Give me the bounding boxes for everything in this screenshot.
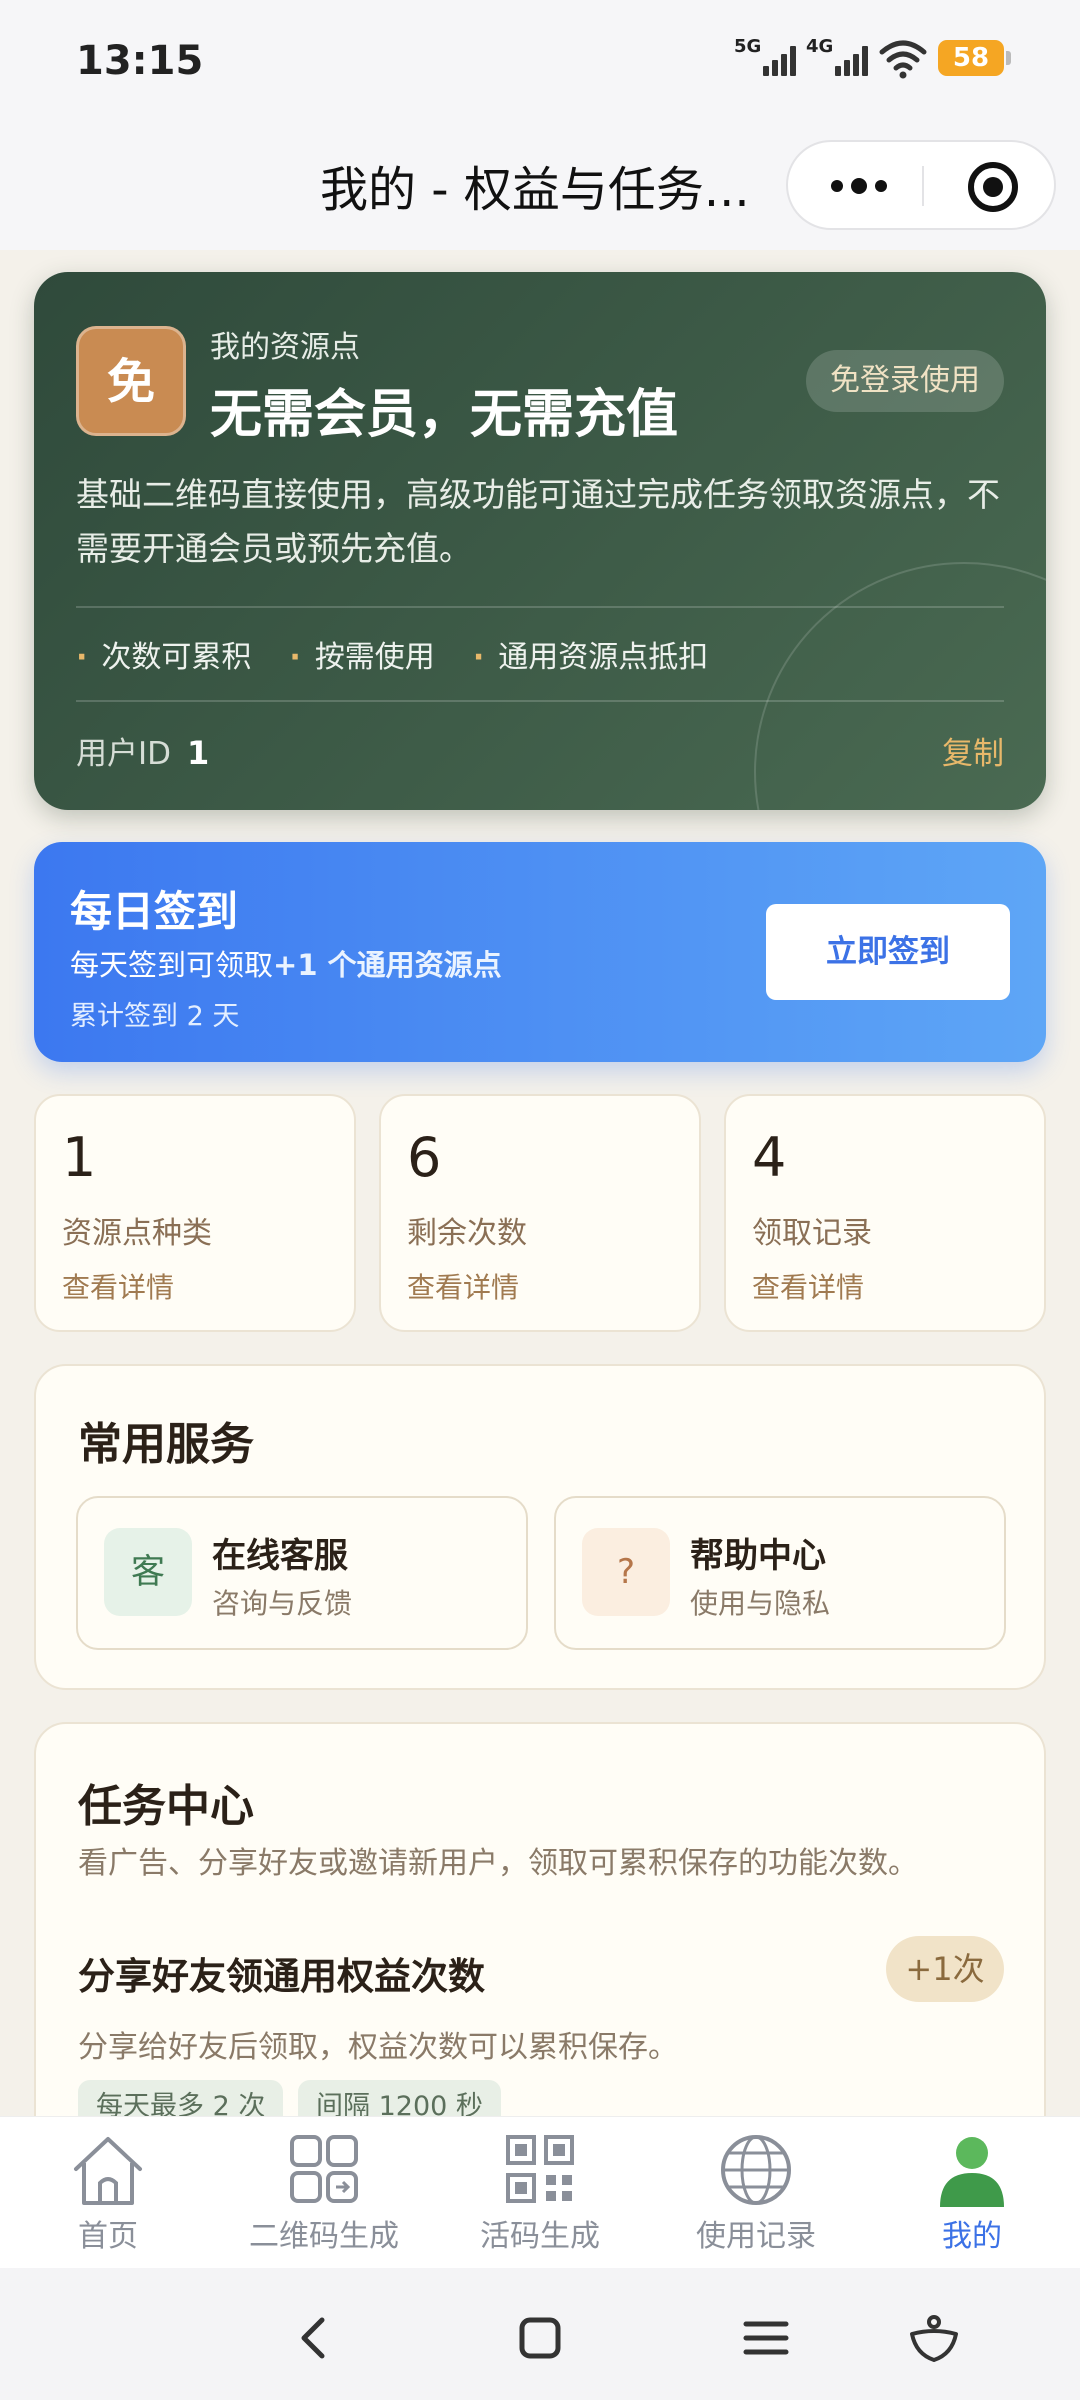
home-icon bbox=[68, 2131, 148, 2209]
battery-icon: 58 bbox=[938, 40, 1011, 76]
service-sub: 咨询与反馈 bbox=[212, 1587, 353, 1620]
common-services: 常用服务 客 在线客服 咨询与反馈 ? 帮助中心 使用与隐私 bbox=[34, 1364, 1046, 1690]
customer-service-icon: 客 bbox=[104, 1528, 192, 1616]
free-badge-icon: 免 bbox=[76, 326, 186, 436]
stat-number: 4 bbox=[752, 1126, 787, 1189]
tab-live-code[interactable]: 活码生成 bbox=[440, 2131, 640, 2255]
resource-description: 基础二维码直接使用，高级功能可通过完成任务领取资源点，不需要开通会员或预先充值。 bbox=[76, 475, 1000, 568]
signin-desc: 每天签到可领取+1 个通用资源点 bbox=[70, 948, 502, 982]
user-id-label: 用户ID bbox=[76, 736, 172, 772]
no-login-pill: 免登录使用 bbox=[806, 350, 1004, 412]
signin-button[interactable]: 立即签到 bbox=[766, 904, 1010, 1000]
task-center-title: 任务中心 bbox=[78, 1781, 254, 1832]
tab-mine[interactable]: 我的 bbox=[872, 2131, 1072, 2255]
signin-total: 累计签到 2 天 bbox=[70, 1001, 240, 1032]
help-icon: ? bbox=[582, 1528, 670, 1616]
stat-card-types[interactable]: 1 资源点种类 查看详情 bbox=[34, 1094, 356, 1332]
stat-label: 剩余次数 bbox=[407, 1216, 527, 1251]
feature-list: 次数可累积 按需使用 通用资源点抵扣 bbox=[76, 632, 708, 676]
stat-detail-link[interactable]: 查看详情 bbox=[407, 1266, 519, 1306]
feature-item: 次数可累积 bbox=[76, 632, 251, 676]
status-time: 13:15 bbox=[76, 38, 204, 84]
menu-icon[interactable] bbox=[736, 2308, 796, 2368]
qrcode-icon bbox=[500, 2131, 580, 2209]
stat-number: 1 bbox=[62, 1126, 97, 1189]
stat-detail-link[interactable]: 查看详情 bbox=[752, 1266, 864, 1306]
signal-4g-icon: 4G bbox=[806, 36, 868, 80]
tab-qr-generate[interactable]: 二维码生成 bbox=[224, 2131, 424, 2255]
service-sub: 使用与隐私 bbox=[690, 1587, 831, 1620]
user-id-value: 1 bbox=[187, 734, 210, 772]
tab-bar: 首页 二维码生成 活码生成 使用记录 我的 bbox=[0, 2116, 1080, 2268]
stat-detail-link[interactable]: 查看详情 bbox=[62, 1266, 174, 1306]
system-nav-bar bbox=[0, 2268, 1080, 2400]
home-square-icon[interactable] bbox=[510, 2308, 570, 2368]
back-icon[interactable] bbox=[284, 2308, 344, 2368]
close-target-icon[interactable] bbox=[968, 162, 1018, 212]
customer-service-button[interactable]: 客 在线客服 咨询与反馈 bbox=[76, 1496, 528, 1650]
wifi-icon bbox=[879, 40, 927, 79]
signal-5g-icon: 5G bbox=[734, 36, 796, 80]
user-id: 用户ID 1 bbox=[76, 728, 209, 773]
top-bar: 13:15 5G 4G 58 我的 - 权益与任务... bbox=[0, 0, 1080, 250]
user-icon bbox=[932, 2131, 1012, 2209]
status-icons: 5G 4G 58 bbox=[734, 36, 1011, 80]
stat-number: 6 bbox=[407, 1126, 442, 1189]
copy-button[interactable]: 复制 bbox=[942, 728, 1004, 773]
stat-card-records[interactable]: 4 领取记录 查看详情 bbox=[724, 1094, 1046, 1332]
task-center-subtitle: 看广告、分享好友或邀请新用户，领取可累积保存的功能次数。 bbox=[78, 1846, 918, 1881]
task-reward-badge: +1次 bbox=[886, 1936, 1004, 2002]
service-name: 帮助中心 bbox=[690, 1536, 826, 1576]
stat-label: 资源点种类 bbox=[62, 1216, 212, 1251]
assistant-icon[interactable] bbox=[904, 2308, 964, 2368]
feature-item: 通用资源点抵扣 bbox=[473, 632, 708, 676]
tab-usage-history[interactable]: 使用记录 bbox=[656, 2131, 856, 2255]
help-center-button[interactable]: ? 帮助中心 使用与隐私 bbox=[554, 1496, 1006, 1650]
more-icon[interactable] bbox=[824, 142, 894, 230]
qr-generate-icon bbox=[284, 2131, 364, 2209]
task-desc: 分享给好友后领取，权益次数可以累积保存。 bbox=[78, 2030, 678, 2065]
resource-heading: 无需会员，无需充值 bbox=[210, 385, 679, 445]
globe-icon bbox=[716, 2131, 796, 2209]
daily-signin-card: 每日签到 每天签到可领取+1 个通用资源点 累计签到 2 天 立即签到 bbox=[34, 842, 1046, 1062]
services-title: 常用服务 bbox=[78, 1419, 254, 1470]
task-title: 分享好友领通用权益次数 bbox=[78, 1955, 485, 1998]
resource-card: 免 我的资源点 无需会员，无需充值 免登录使用 基础二维码直接使用，高级功能可通… bbox=[34, 272, 1046, 810]
signin-title: 每日签到 bbox=[70, 887, 239, 936]
stat-label: 领取记录 bbox=[752, 1216, 872, 1251]
service-name: 在线客服 bbox=[212, 1536, 348, 1576]
tab-home[interactable]: 首页 bbox=[8, 2131, 208, 2255]
resource-label: 我的资源点 bbox=[210, 330, 360, 365]
stat-card-remaining[interactable]: 6 剩余次数 查看详情 bbox=[379, 1094, 701, 1332]
mini-program-capsule bbox=[786, 140, 1056, 230]
feature-item: 按需使用 bbox=[289, 632, 435, 676]
page-title: 我的 - 权益与任务... bbox=[320, 162, 750, 218]
